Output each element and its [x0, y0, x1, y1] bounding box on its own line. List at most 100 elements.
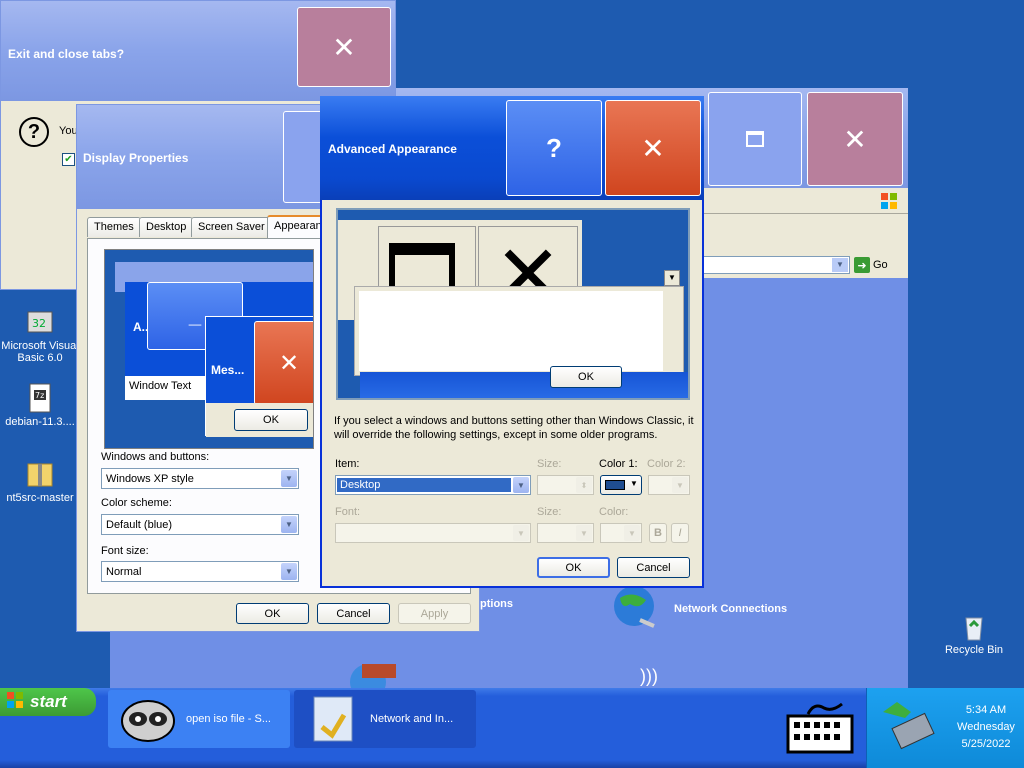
start-button[interactable]: start — [0, 688, 96, 716]
taskbar-task-network[interactable]: Network and In... — [294, 690, 476, 748]
ie-icon — [346, 658, 396, 700]
preview-white-area — [359, 291, 663, 371]
tab-screen-saver[interactable]: Screen Saver — [191, 217, 272, 237]
item-size-spinner[interactable]: ⬍ — [537, 475, 594, 495]
color-scheme-select[interactable]: Default (blue) ▼ — [101, 514, 299, 535]
preview-message-strip: OK — [360, 366, 688, 398]
font-label: Font: — [335, 506, 361, 518]
appearance-preview: A... _ Window Text Mes... ✕ OK — [104, 249, 314, 449]
preview-close-button: ✕ — [254, 321, 313, 405]
display-apply-button[interactable]: Apply — [398, 603, 471, 624]
chevron-down-icon: ▼ — [576, 525, 592, 541]
close-icon: ✕ — [332, 31, 356, 63]
italic-button[interactable]: I — [671, 523, 689, 543]
7z-archive-icon: 7z — [24, 382, 56, 414]
preview-scroll-arrow: ▼ — [664, 270, 680, 286]
go-button[interactable]: ➜ Go — [854, 256, 888, 274]
exit-dialog-title: Exit and close tabs? — [8, 47, 125, 61]
exit-dialog-checkbox[interactable]: ✔ — [62, 153, 75, 166]
preview-message-title: Mes... — [211, 363, 245, 377]
chevron-down-icon: ▼ — [513, 525, 529, 541]
windows-buttons-select[interactable]: Windows XP style ▼ — [101, 468, 299, 489]
display-cancel-button[interactable]: Cancel — [317, 603, 390, 624]
windows-logo-icon — [6, 691, 24, 714]
chevron-down-icon: ▼ — [281, 516, 297, 533]
font-size-select[interactable]: Normal ▼ — [101, 561, 299, 582]
desktop-icon-debian-iso[interactable]: 7z debian-11.3.... — [0, 382, 80, 428]
preview-window-body: Window Text — [125, 376, 205, 400]
svg-text:7z: 7z — [35, 391, 44, 400]
spinner-icon: ⬍ — [576, 477, 592, 493]
display-properties-help-button[interactable] — [283, 111, 323, 203]
wireless-icon: ))) — [640, 666, 658, 686]
chevron-down-icon: ▼ — [281, 563, 297, 580]
question-icon: ? — [19, 117, 49, 147]
italic-icon: I — [678, 527, 682, 539]
exit-dialog-message: You — [59, 125, 78, 137]
network-folder-icon — [304, 693, 364, 745]
advanced-appearance-dialog: Advanced Appearance ? ✕ ✕ ▼ OK If you se… — [320, 96, 704, 588]
address-input[interactable]: ▼ — [700, 256, 850, 274]
preview-ok-button: OK — [550, 366, 622, 388]
preview-window-text: Window Text — [129, 380, 192, 392]
visual-basic-icon: 32 — [24, 306, 56, 338]
tab-themes[interactable]: Themes — [87, 217, 141, 237]
clock-time: 5:34 AM — [965, 704, 1007, 716]
color1-picker[interactable]: ▼ — [600, 475, 642, 495]
address-dropdown-arrow[interactable]: ▼ — [832, 258, 848, 272]
windows-buttons-label: Windows and buttons: — [101, 451, 210, 463]
color2-picker[interactable]: ▼ — [648, 475, 690, 495]
advanced-ok-button[interactable]: OK — [537, 557, 610, 578]
bold-button[interactable]: B — [649, 523, 667, 543]
recycle-bin-icon — [958, 610, 990, 642]
settings-notice: If you select a windows and buttons sett… — [334, 415, 694, 441]
explorer-item-network-connections[interactable]: Network Connections — [610, 584, 787, 634]
item-label: Item: — [335, 458, 360, 470]
color1-label: Color 1: — [599, 458, 638, 470]
exit-dialog-close-button[interactable]: ✕ — [297, 7, 391, 87]
desktop-icon-vb6[interactable]: 32 Microsoft Visual Basic 6.0 — [0, 306, 80, 364]
network-globe-icon — [610, 584, 666, 634]
chevron-down-icon: ▼ — [281, 470, 297, 487]
preview-message-body: OK — [206, 403, 313, 437]
bold-icon: B — [654, 527, 662, 539]
explorer-item-partial[interactable]: ptions — [480, 598, 513, 610]
keyboard-icon[interactable] — [784, 698, 856, 754]
item-select[interactable]: Desktop ▼ — [335, 475, 531, 495]
desktop-icon-nt5src[interactable]: nt5src-master — [0, 458, 80, 504]
font-size-select[interactable]: ▼ — [537, 523, 594, 543]
svg-text:32: 32 — [32, 317, 46, 330]
preview-message-box: Mes... ✕ OK — [205, 316, 313, 437]
desktop-icon-label: debian-11.3.... — [5, 416, 75, 428]
help-button[interactable]: ? — [506, 100, 602, 196]
tab-desktop[interactable]: Desktop — [139, 217, 194, 237]
color-scheme-label: Color scheme: — [101, 497, 172, 509]
taskbar-task-open-iso[interactable]: open iso file - S... — [108, 690, 290, 748]
go-arrow-icon: ➜ — [854, 257, 870, 273]
clock-date: 5/25/2022 — [961, 738, 1011, 750]
advanced-close-button[interactable]: ✕ — [605, 100, 701, 196]
clock[interactable]: 5:34 AM Wednesday 5/25/2022 — [951, 702, 1021, 753]
font-size-label: Font size: — [101, 545, 149, 557]
help-icon: ? — [546, 132, 562, 163]
item-size-label: Size: — [537, 458, 562, 470]
advanced-cancel-button[interactable]: Cancel — [617, 557, 690, 578]
maximize-button[interactable] — [708, 92, 802, 186]
taskbar: start open iso file - S... Network and I… — [0, 688, 1024, 768]
chevron-down-icon: ▼ — [513, 477, 529, 493]
close-button[interactable]: ✕ — [807, 92, 903, 186]
font-select[interactable]: ▼ — [335, 523, 531, 543]
zip-folder-icon — [24, 458, 56, 490]
network-tray-icon[interactable] — [877, 694, 941, 754]
preview-window-body — [354, 286, 684, 376]
color1-swatch — [605, 480, 625, 490]
desktop-icon-label: Microsoft Visual Basic 6.0 — [1, 340, 79, 364]
desktop-icon-label: nt5src-master — [6, 492, 74, 504]
raccoon-icon — [116, 693, 180, 745]
windows-logo-icon — [880, 192, 898, 210]
desktop-icon-recycle-bin[interactable]: Recycle Bin — [934, 610, 1014, 656]
font-color-picker[interactable]: ▼ — [600, 523, 642, 543]
desktop-icon-label: Recycle Bin — [944, 644, 1004, 656]
maximize-icon — [746, 131, 764, 147]
display-ok-button[interactable]: OK — [236, 603, 309, 624]
